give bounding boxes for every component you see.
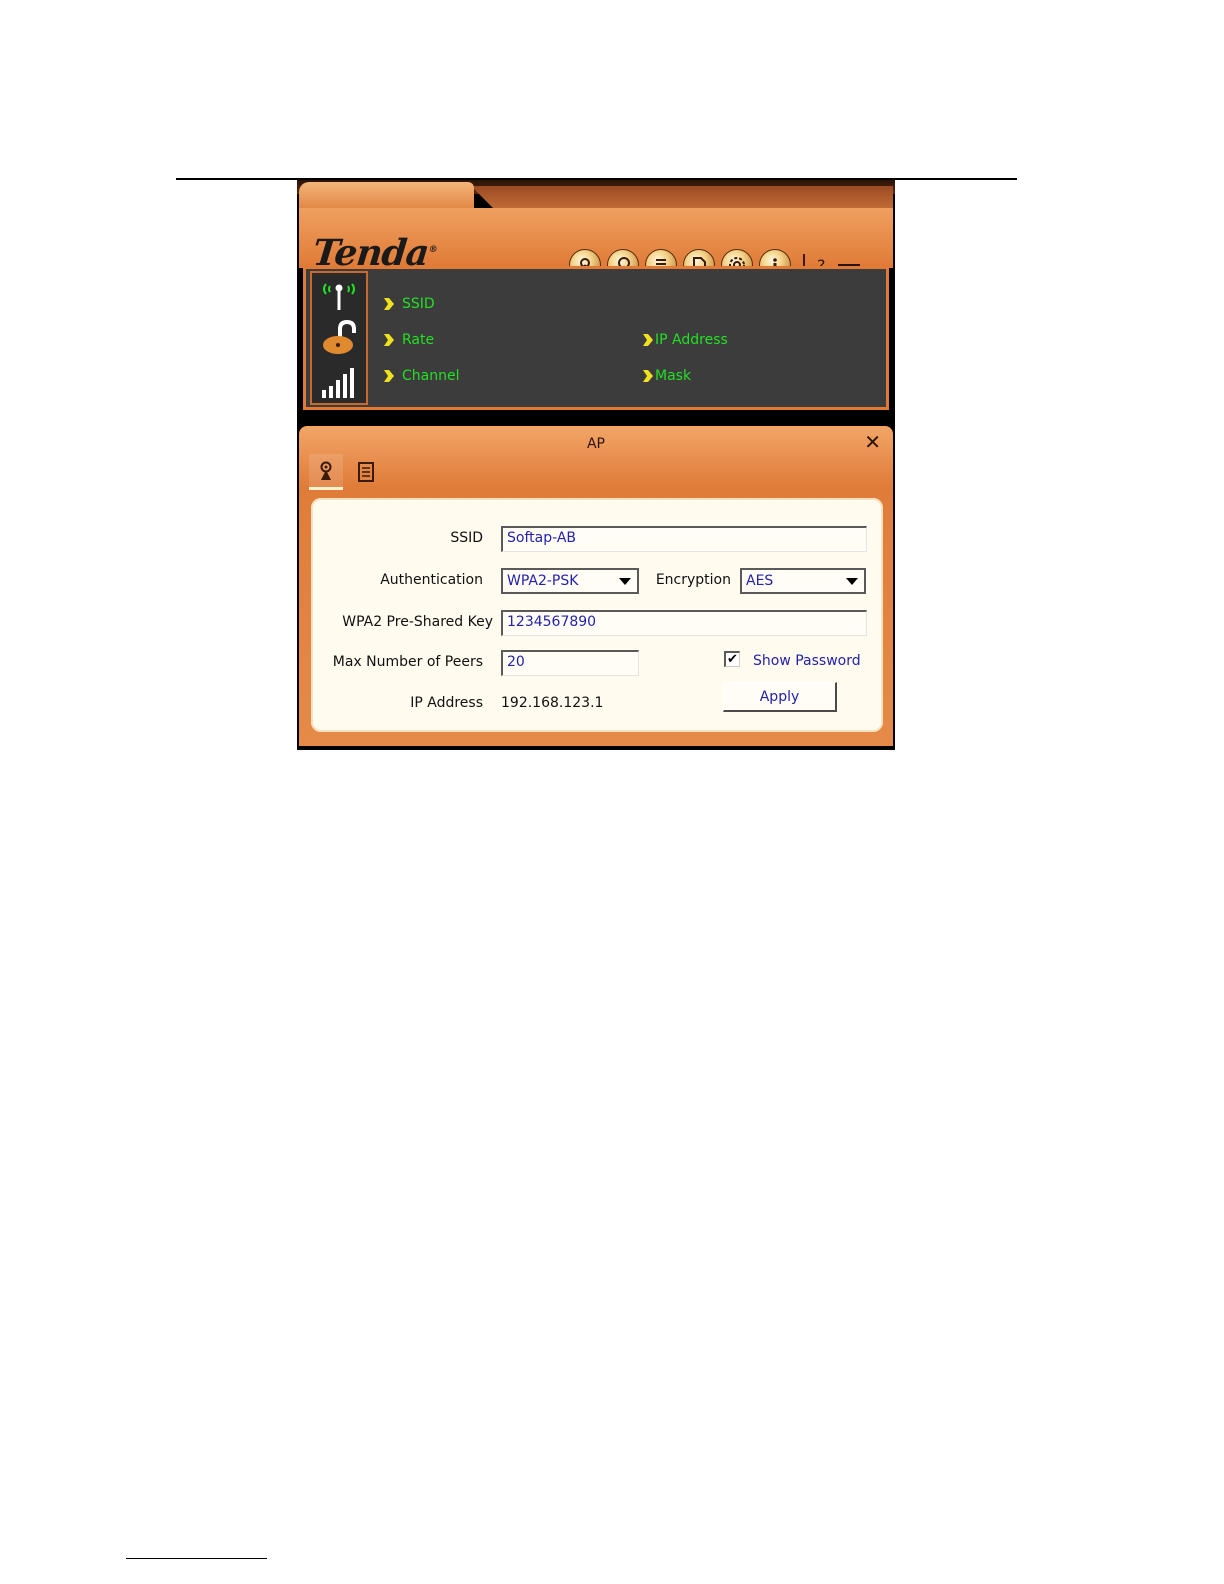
bullet-icon	[643, 334, 653, 346]
status-ip-label: IP Address	[655, 332, 728, 348]
chevron-down-icon	[619, 577, 631, 585]
tenda-utility-window: Tenda® ? SSID Rate Channel IP Address Ma…	[297, 180, 895, 750]
psk-label: WPA2 Pre-Shared Key	[342, 614, 493, 630]
status-mask: Mask	[643, 368, 691, 384]
ip-address-label: IP Address	[410, 695, 483, 711]
connection-status-panel: SSID Rate Channel IP Address Mask	[303, 266, 889, 410]
bullet-icon	[384, 334, 394, 346]
encryption-label: Encryption	[655, 572, 731, 588]
encryption-select[interactable]: AES	[740, 568, 866, 594]
ap-settings-form: SSID Softap-AB Authentication WPA2-PSK E…	[311, 498, 883, 732]
ssid-input[interactable]: Softap-AB	[501, 526, 867, 552]
max-peers-label: Max Number of Peers	[332, 654, 483, 670]
status-ssid: SSID	[384, 296, 435, 312]
show-password-label[interactable]: Show Password	[753, 653, 861, 669]
status-icon-column	[310, 271, 368, 405]
padlock-icon	[323, 319, 356, 354]
header-band: Tenda® ?	[299, 208, 893, 281]
bullet-icon	[384, 298, 394, 310]
chevron-down-icon	[846, 577, 858, 585]
status-channel-label: Channel	[402, 368, 460, 384]
main-window: Tenda® ? SSID Rate Channel IP Address Ma…	[297, 180, 895, 424]
bullet-icon	[384, 370, 394, 382]
signal-strength-icon	[322, 368, 354, 399]
authentication-label: Authentication	[380, 572, 483, 588]
max-peers-input[interactable]: 20	[501, 650, 639, 676]
status-rate: Rate	[384, 332, 434, 348]
authentication-value: WPA2-PSK	[507, 573, 579, 589]
tab-ap-log[interactable]	[349, 454, 383, 490]
encryption-value: AES	[746, 573, 774, 589]
document-icon	[358, 462, 374, 482]
footnote-rule	[126, 1558, 267, 1559]
bullet-icon	[643, 370, 653, 382]
status-rate-label: Rate	[402, 332, 435, 348]
apply-button[interactable]: Apply	[723, 682, 837, 712]
status-mask-label: Mask	[655, 368, 692, 384]
status-ip: IP Address	[643, 332, 728, 348]
ap-tabs	[309, 454, 383, 490]
tab-ap-settings[interactable]	[309, 454, 343, 490]
ssid-label: SSID	[450, 530, 483, 546]
close-icon[interactable]: ✕	[864, 432, 881, 452]
authentication-select[interactable]: WPA2-PSK	[501, 568, 639, 594]
antenna-icon	[320, 461, 332, 480]
wireless-antenna-icon	[323, 283, 355, 310]
ap-dialog-title: AP	[586, 436, 606, 452]
status-ssid-label: SSID	[402, 296, 435, 312]
ap-dialog: AP ✕ SSID Softap-AB Authentication WPA2-…	[299, 426, 893, 746]
status-channel: Channel	[384, 368, 459, 384]
ip-address-value: 192.168.123.1	[501, 695, 604, 711]
psk-input[interactable]: 1234567890	[501, 610, 867, 636]
show-password-checkbox[interactable]: ✔	[724, 651, 740, 667]
